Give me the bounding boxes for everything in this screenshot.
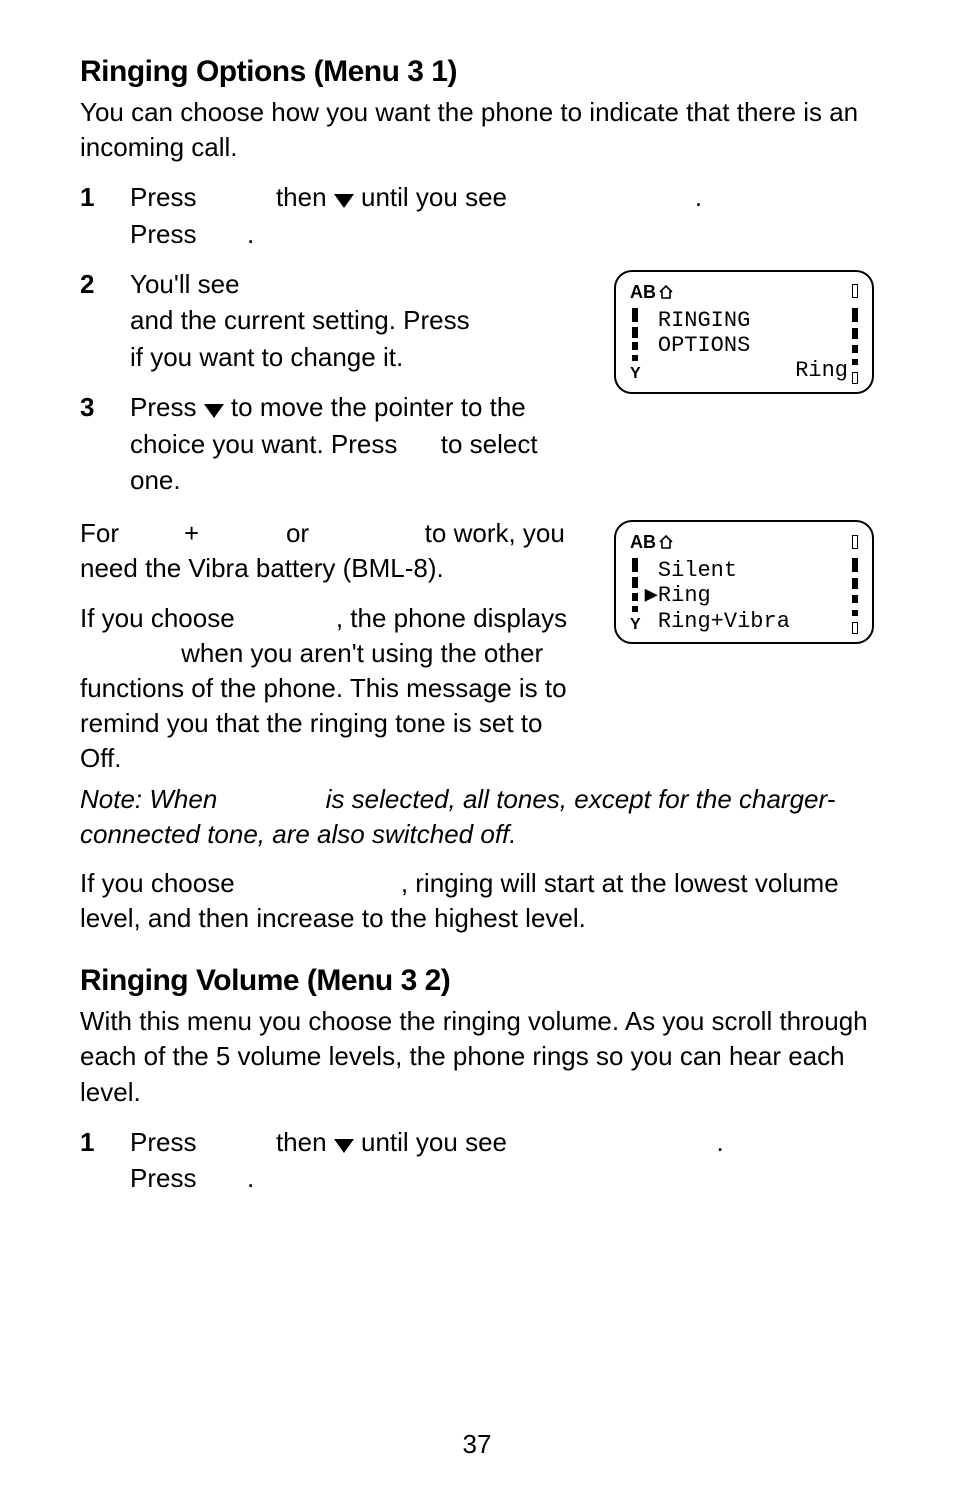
step1-blank-3	[204, 219, 240, 249]
vibra-b: +	[184, 518, 206, 548]
home-icon	[658, 283, 674, 304]
battery-level-icon	[852, 558, 858, 634]
signal-icon: Y	[630, 558, 641, 634]
step1-text-f: .	[247, 219, 254, 249]
vstep1-blank3	[204, 1163, 240, 1193]
step1-blank-2	[514, 182, 687, 212]
step2-text-c: if you want to change it.	[130, 342, 403, 372]
step1-text-a: Press	[130, 182, 204, 212]
vstep1-blank1	[204, 1127, 269, 1157]
ringing-options-intro: You can choose how you want the phone to…	[80, 95, 874, 165]
screen2-indicator: AB	[630, 532, 674, 554]
step-1: Press then until you see . Press .	[80, 179, 874, 252]
screen1-line1: RINGING	[645, 308, 848, 333]
vstep1-e: Press	[130, 1163, 204, 1193]
screen1-line3: Ring	[645, 358, 848, 383]
step1-text-c: until you see	[361, 182, 514, 212]
down-arrow-icon	[334, 1139, 354, 1153]
vibra-blank1	[126, 518, 177, 548]
ringing-options-steps: Press then until you see . Press .	[80, 179, 874, 252]
step-3: Press to move the pointer to the choice …	[80, 389, 588, 498]
silent-note-top: If you choose , the phone displays when …	[80, 601, 588, 776]
down-arrow-icon	[204, 404, 224, 418]
ascend-a: If you choose	[80, 868, 242, 898]
vibra-a: For	[80, 518, 126, 548]
abc-indicator: AB	[630, 282, 656, 302]
step3-text-a: Press	[130, 392, 204, 422]
step1-text-b: then	[276, 182, 334, 212]
step1-text-e: Press	[130, 219, 204, 249]
section-heading-ringing-options: Ringing Options (Menu 3 1)	[80, 55, 874, 89]
screen2-line2: ▶Ring	[645, 583, 848, 608]
note-a: Note: When	[80, 784, 225, 814]
abc-indicator: AB	[630, 532, 656, 552]
manual-page: Ringing Options (Menu 3 1) You can choos…	[0, 0, 954, 1500]
ringing-volume-intro: With this menu you choose the ringing vo…	[80, 1004, 874, 1109]
phone-screen-ringing-options: AB Y RINGING OPTIONS Ring	[614, 270, 874, 394]
vibra-blank2	[206, 518, 278, 548]
vstep1-a: Press	[130, 1127, 204, 1157]
vstep1-c: until you see	[361, 1127, 514, 1157]
silent-b: , the phone displays	[336, 603, 567, 633]
step1-blank-1	[204, 182, 269, 212]
section-heading-ringing-volume: Ringing Volume (Menu 3 2)	[80, 964, 874, 998]
vibra-note: For + or to work, you need the Vibra bat…	[80, 516, 588, 586]
ringing-options-steps-cont: You'll see and the current setting. Pres…	[80, 266, 588, 498]
screen1-indicator: AB	[630, 282, 674, 304]
step-2: You'll see and the current setting. Pres…	[80, 266, 588, 375]
down-arrow-icon	[334, 194, 354, 208]
page-number: 37	[0, 1429, 954, 1460]
step2-text-b: and the current setting. Press	[130, 305, 470, 335]
vstep1-f: .	[247, 1163, 254, 1193]
vstep1-b: then	[276, 1127, 334, 1157]
battery-icon	[851, 533, 858, 554]
step2-text-a: You'll see	[130, 269, 240, 299]
note-blank	[225, 784, 319, 814]
step1-text-d: .	[695, 182, 702, 212]
silent-blank1	[242, 603, 329, 633]
screen2-line3: Ring+Vibra	[645, 609, 848, 634]
battery-level-icon	[852, 308, 858, 384]
screen1-line2: OPTIONS	[645, 333, 848, 358]
vibra-blank3	[316, 518, 417, 548]
volume-step-1: Press then until you see . Press .	[80, 1124, 874, 1197]
ascending-note: If you choose , ringing will start at th…	[80, 866, 874, 936]
phone-screen-options-list: AB Y Silent ▶Ring Ring+Vibra	[614, 520, 874, 644]
ascend-blank	[242, 868, 394, 898]
screen2-line1: Silent	[645, 558, 848, 583]
signal-icon: Y	[630, 308, 641, 384]
silent-blank2	[80, 638, 174, 668]
home-icon	[658, 533, 674, 554]
vibra-c: or	[286, 518, 316, 548]
vstep1-blank2	[514, 1127, 709, 1157]
silent-a: If you choose	[80, 603, 242, 633]
silent-tones-note: Note: When is selected, all tones, excep…	[80, 782, 874, 852]
battery-icon	[851, 282, 858, 303]
step3-blank	[405, 429, 434, 459]
ringing-volume-steps: Press then until you see . Press .	[80, 1124, 874, 1197]
vstep1-d: .	[717, 1127, 724, 1157]
